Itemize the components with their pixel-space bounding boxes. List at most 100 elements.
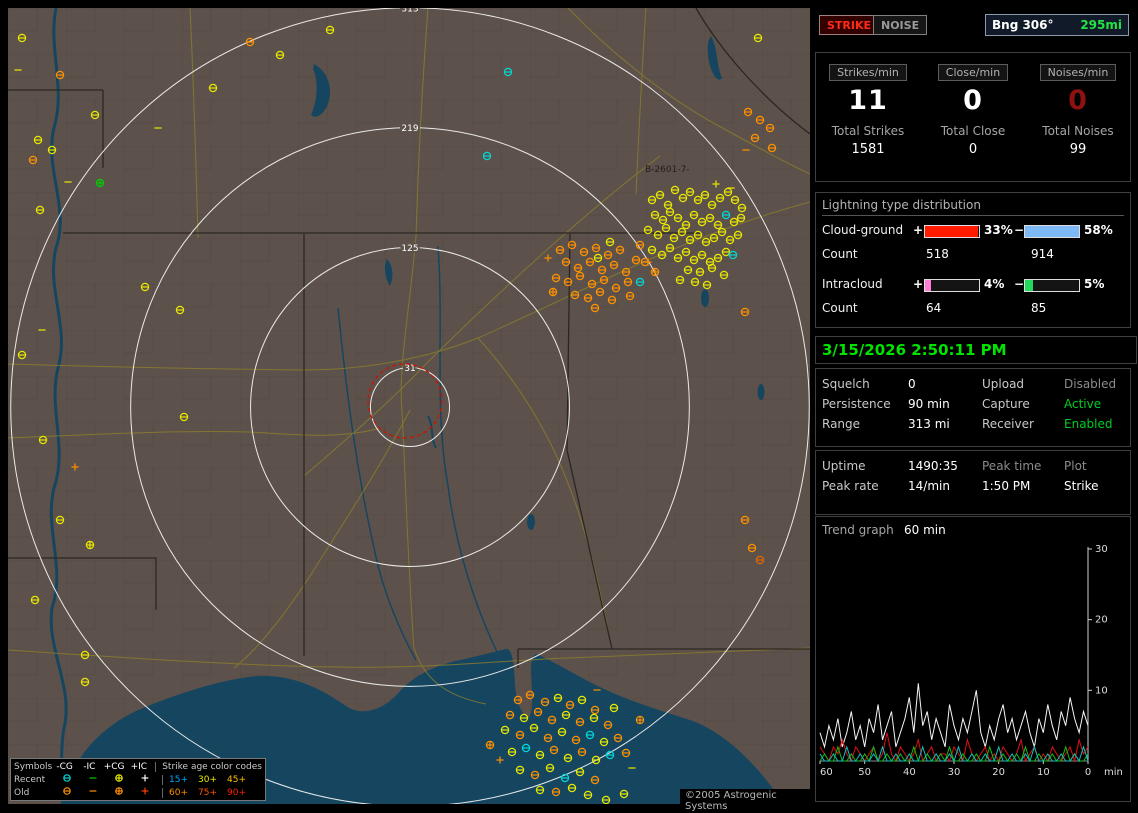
settings-row: Persistence 90 min Capture Active bbox=[816, 394, 1130, 414]
close-per-min-button[interactable]: Close/min bbox=[937, 64, 1009, 81]
count-label: Count bbox=[822, 301, 858, 315]
panel-topbar: STRIKE NOISE Bng 306° 295mi bbox=[815, 10, 1131, 40]
ic-negative-pct: 5% bbox=[1084, 277, 1105, 291]
svg-text:0: 0 bbox=[1085, 767, 1091, 778]
legend-age-code: 75+ bbox=[198, 787, 217, 798]
upload-label: Upload bbox=[982, 377, 1025, 391]
legend-age-code: 15+ bbox=[169, 774, 188, 785]
legend-symbol-icon bbox=[80, 786, 106, 799]
legend-age-code: 45+ bbox=[227, 774, 246, 785]
strikes-rate-column: Strikes/min 11 Total Strikes 1581 bbox=[816, 53, 920, 157]
cg-count-row: Count 518 914 bbox=[816, 247, 1130, 265]
total-noises-label: Total Noises bbox=[1042, 124, 1114, 138]
persistence-value: 90 min bbox=[908, 397, 950, 411]
bearing-display: Bng 306° 295mi bbox=[985, 14, 1129, 36]
legend-header-row: Symbols -CG -IC +CG +IC Strike age color… bbox=[14, 760, 262, 773]
legend-symbol-icon bbox=[106, 786, 132, 799]
ic-negative-bar bbox=[1024, 279, 1080, 292]
cg-negative-bar bbox=[1024, 225, 1080, 238]
noise-button[interactable]: NOISE bbox=[873, 15, 928, 35]
storm-map[interactable]: 31125219313 B-2601-7- bbox=[8, 8, 810, 804]
total-close-label: Total Close bbox=[940, 124, 1006, 138]
settings-row: Squelch 0 Upload Disabled bbox=[816, 374, 1130, 394]
peak-rate-value: 14/min bbox=[908, 479, 950, 493]
strikes-per-min-button[interactable]: Strikes/min bbox=[829, 64, 907, 81]
peak-time-value: 1:50 PM bbox=[982, 479, 1031, 493]
rates-section: Strikes/min 11 Total Strikes 1581 Close/… bbox=[815, 52, 1131, 182]
map-labels: B-2601-7- bbox=[645, 165, 690, 175]
svg-text:60: 60 bbox=[820, 767, 833, 778]
bearing-value: Bng 306° bbox=[992, 18, 1054, 32]
legend-age-code: 30+ bbox=[198, 774, 217, 785]
intracloud-label: Intracloud bbox=[822, 277, 883, 291]
legend-row: Recent 15+ 30+ 45+ bbox=[14, 773, 246, 786]
minus-sign: − bbox=[1014, 223, 1025, 237]
noises-per-min-button[interactable]: Noises/min bbox=[1039, 64, 1117, 81]
legend-symbols-label: Symbols bbox=[14, 761, 53, 772]
plus-sign: + bbox=[913, 223, 924, 237]
svg-text:20: 20 bbox=[992, 767, 1005, 778]
settings-section: Squelch 0 Upload Disabled Persistence 90… bbox=[815, 368, 1131, 447]
receiver-label: Receiver bbox=[982, 417, 1034, 431]
legend-age-code: 60+ bbox=[169, 787, 188, 798]
squelch-value: 0 bbox=[908, 377, 916, 391]
map-area: 31 125 219 313 B-2601-7- Symbols -CG -IC +C… bbox=[8, 8, 810, 813]
bearing-range-value: 295mi bbox=[1080, 18, 1122, 32]
status-panel: STRIKE NOISE Bng 306° 295mi Strikes/min … bbox=[815, 0, 1137, 812]
upload-status: Disabled bbox=[1064, 377, 1117, 391]
uptime-section: Uptime 1490:35 Peak time Plot Peak rate … bbox=[815, 450, 1131, 515]
cloud-ground-label: Cloud-ground bbox=[822, 223, 904, 237]
svg-text:50: 50 bbox=[858, 767, 871, 778]
settings-row: Range 313 mi Receiver Enabled bbox=[816, 414, 1130, 434]
strike-button[interactable]: STRIKE bbox=[819, 15, 880, 35]
cg-positive-count: 518 bbox=[926, 247, 949, 261]
uptime-value: 1490:35 bbox=[908, 459, 958, 473]
strikes-per-min-value: 11 bbox=[848, 85, 888, 116]
count-label: Count bbox=[822, 247, 858, 261]
legend-symbol-icon bbox=[54, 773, 80, 786]
svg-text:10: 10 bbox=[1095, 685, 1108, 696]
stats-row: Uptime 1490:35 Peak time Plot bbox=[816, 456, 1130, 476]
legend-type-pic: +IC bbox=[130, 761, 148, 772]
legend-type-ncg: -CG bbox=[56, 761, 73, 772]
trend-graph: 10 20 30 60 50 40 30 20 10 0 min bbox=[819, 544, 1123, 778]
uptime-label: Uptime bbox=[822, 459, 866, 473]
noises-per-min-value: 0 bbox=[1068, 85, 1088, 116]
legend-symbol-icon bbox=[106, 773, 132, 786]
strike-symbol bbox=[548, 287, 558, 297]
total-close-value: 0 bbox=[968, 142, 978, 157]
legend-age-code: 90+ bbox=[227, 787, 246, 798]
plot-value: Strike bbox=[1064, 479, 1099, 493]
legend-age-header: Strike age color codes bbox=[155, 761, 262, 772]
noises-rate-column: Noises/min 0 Total Noises 99 bbox=[1026, 53, 1130, 157]
close-per-min-value: 0 bbox=[963, 85, 983, 116]
persistence-label: Persistence bbox=[822, 397, 891, 411]
strike-symbol bbox=[95, 178, 105, 188]
strike-symbol bbox=[635, 715, 645, 725]
cg-negative-pct: 58% bbox=[1084, 223, 1113, 237]
svg-text:30: 30 bbox=[948, 767, 961, 778]
strike-symbol bbox=[485, 740, 495, 750]
svg-text:10: 10 bbox=[1037, 767, 1050, 778]
legend-symbol-icon bbox=[80, 773, 106, 786]
cg-negative-count: 914 bbox=[1031, 247, 1054, 261]
svg-text:min: min bbox=[1104, 767, 1123, 778]
ic-positive-count: 64 bbox=[926, 301, 942, 315]
legend-symbol-icon bbox=[132, 773, 158, 786]
peak-time-label: Peak time bbox=[982, 459, 1042, 473]
svg-text:20: 20 bbox=[1095, 615, 1108, 626]
svg-text:125: 125 bbox=[401, 244, 418, 254]
strike-symbol bbox=[650, 267, 660, 277]
legend-row: Old 60+ 75+ 90+ bbox=[14, 786, 246, 799]
svg-text:313: 313 bbox=[401, 8, 418, 14]
peak-rate-label: Peak rate bbox=[822, 479, 879, 493]
squelch-label: Squelch bbox=[822, 377, 870, 391]
ic-count-row: Count 64 85 bbox=[816, 301, 1130, 319]
legend-symbol-icon bbox=[54, 786, 80, 799]
total-noises-value: 99 bbox=[1069, 142, 1087, 157]
receiver-status: Enabled bbox=[1064, 417, 1113, 431]
svg-text:30: 30 bbox=[1095, 544, 1108, 555]
legend-type-nic: -IC bbox=[83, 761, 96, 772]
range-label: Range bbox=[822, 417, 861, 431]
trend-section: Trend graph 60 min 10 20 30 60 50 40 30 20 10 0 mi… bbox=[815, 516, 1131, 802]
